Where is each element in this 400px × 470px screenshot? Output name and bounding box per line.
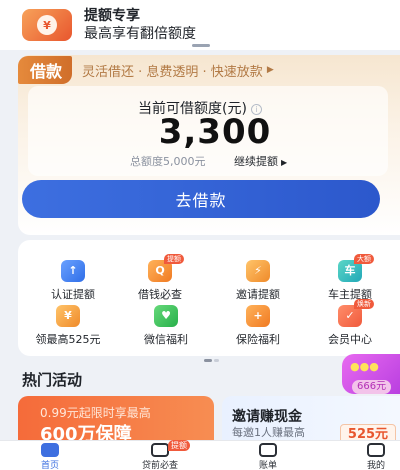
banner-text: 提额专享 最高享有翻倍额度	[84, 7, 196, 43]
service-tag: 大额	[354, 254, 374, 264]
triangle-right-icon: ▶	[281, 158, 288, 167]
service-insurance-benefit[interactable]: + 保险福利	[218, 305, 298, 347]
yuan-coin-icon: ¥	[22, 9, 72, 41]
heart-shield-icon: ♥	[154, 305, 178, 327]
service-car-owner-raise[interactable]: 车大额 车主提额	[310, 254, 390, 302]
bottom-tab-bar: 首页 提额 贷前必查 账单 我的	[0, 440, 400, 470]
service-label: 领最高525元	[35, 333, 101, 346]
tab-home[interactable]: 首页	[0, 441, 100, 470]
service-tag: 提额	[164, 254, 184, 264]
banner-title: 提额专享	[84, 8, 140, 24]
shield-check-icon	[151, 443, 169, 457]
service-label: 借钱必查	[138, 288, 182, 301]
promo-line1: 0.99元起限时享最高	[40, 406, 151, 420]
drag-handle[interactable]	[192, 44, 210, 47]
service-member-center[interactable]: ✓ 焕新 会员中心	[310, 299, 390, 347]
tab-bills[interactable]: 账单	[218, 441, 318, 470]
upload-arrow-icon: ↑	[61, 260, 85, 282]
plus-shield-icon: +	[246, 305, 270, 327]
tab-label: 贷前必查	[141, 461, 178, 470]
tab-profile[interactable]: 我的	[326, 441, 400, 470]
service-label: 保险福利	[236, 333, 280, 346]
page-indicator	[204, 347, 224, 362]
promo-subtitle: 每邀1人赚最高	[232, 426, 305, 439]
service-tag: 焕新	[354, 299, 374, 309]
tab-badge: 提额	[168, 440, 190, 451]
service-certify-raise[interactable]: ↑ 认证提额	[33, 260, 113, 302]
service-label: 车主提额	[328, 288, 372, 301]
triangle-right-icon: ▶	[266, 65, 274, 75]
car-icon: 车大额	[338, 254, 374, 282]
raise-limit-label: 继续提额	[234, 155, 278, 168]
tab-label: 我的	[366, 461, 385, 470]
total-limit: 总额度5,000元	[130, 155, 206, 168]
profile-icon	[367, 443, 385, 457]
service-wechat-benefit[interactable]: ♥ 微信福利	[126, 305, 206, 347]
bill-icon	[259, 443, 277, 457]
loan-header: 借款 灵活借还 · 息费透明 · 快速放款 ▶	[18, 56, 274, 84]
service-label: 认证提额	[51, 288, 95, 301]
red-packet-icon: ¥	[56, 305, 80, 327]
service-loan-check[interactable]: Q 提额 借钱必查	[120, 254, 200, 302]
home-icon	[41, 443, 59, 457]
promo-banner[interactable]: ¥ 提额专享 最高享有翻倍额度	[0, 0, 400, 50]
loan-badge: 借款	[18, 56, 73, 84]
service-red-packet[interactable]: ¥ 领最高525元	[28, 305, 108, 347]
lightning-icon: ⚡	[246, 260, 270, 282]
service-invite-raise[interactable]: ⚡ 邀请提额	[218, 260, 298, 302]
service-label: 会员中心	[328, 333, 372, 346]
member-crown-icon: ✓ 焕新	[338, 299, 374, 327]
tab-label: 账单	[258, 461, 277, 470]
banner-subtitle: 最高享有翻倍额度	[84, 26, 196, 42]
coins-icon: ●●●	[350, 360, 379, 373]
service-label: 微信福利	[144, 333, 188, 346]
borrow-button[interactable]: 去借款	[22, 180, 380, 218]
promo-title: 邀请赚现金	[232, 409, 302, 425]
magnifier-icon: Q 提额	[148, 254, 184, 282]
loan-slogan: 灵活借还 · 息费透明 · 快速放款	[82, 64, 263, 80]
raise-limit-link[interactable]: 继续提额 ▶	[234, 153, 287, 169]
floating-reward-amount: 666元	[352, 380, 392, 394]
section-title: 热门活动	[22, 371, 83, 389]
tab-label: 首页	[40, 461, 59, 470]
service-label: 邀请提额	[236, 288, 280, 301]
tab-loan-check[interactable]: 提额 贷前必查	[110, 440, 210, 470]
limit-amount: 3,300	[158, 112, 272, 152]
